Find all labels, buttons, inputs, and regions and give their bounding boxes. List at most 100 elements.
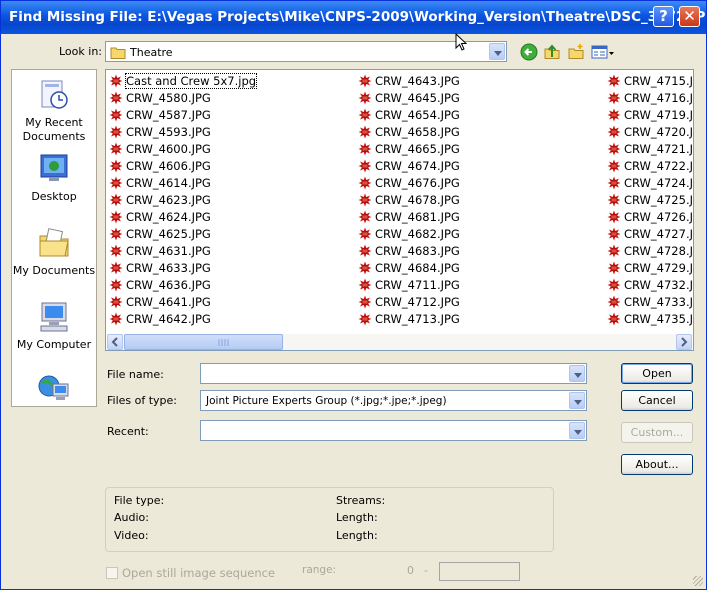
cancel-button[interactable]: Cancel <box>621 390 693 411</box>
file-name-input[interactable] <box>200 363 587 384</box>
file-item[interactable]: CRW_4724.JPG <box>607 175 693 192</box>
file-item[interactable]: CRW_4681.JPG <box>358 209 460 226</box>
range-start: 0 <box>407 564 414 577</box>
file-item[interactable]: CRW_4678.JPG <box>358 192 460 209</box>
chevron-right-icon <box>681 337 688 347</box>
file-item[interactable]: CRW_4713.JPG <box>358 311 460 328</box>
place-label: Documents <box>22 130 86 143</box>
file-item[interactable]: CRW_4665.JPG <box>358 141 460 158</box>
file-item[interactable]: CRW_4725.JPG <box>607 192 693 209</box>
horizontal-scrollbar[interactable] <box>107 334 692 350</box>
chevron-left-icon <box>111 337 118 347</box>
file-item[interactable]: CRW_4729.JPG <box>607 260 693 277</box>
chevron-down-icon[interactable] <box>569 365 585 382</box>
image-file-icon <box>607 278 621 292</box>
view-menu-icon[interactable] <box>591 43 615 61</box>
file-list[interactable]: Cast and Crew 5x7.jpg CRW_4580.JPG CRW_458… <box>105 69 694 351</box>
scroll-right-button[interactable] <box>676 334 692 350</box>
place-my-recent-documents[interactable]: My Recent Documents <box>12 78 96 143</box>
scrollbar-thumb[interactable] <box>124 334 283 350</box>
file-name: CRW_4713.JPG <box>375 312 460 326</box>
file-item[interactable]: CRW_4674.JPG <box>358 158 460 175</box>
file-item[interactable]: CRW_4711.JPG <box>358 277 460 294</box>
scroll-left-button[interactable] <box>107 334 123 350</box>
network-places-icon <box>38 375 69 400</box>
place-network[interactable] <box>12 372 96 409</box>
file-item[interactable]: CRW_4623.JPG <box>109 192 256 209</box>
file-item[interactable]: CRW_4682.JPG <box>358 226 460 243</box>
image-file-icon <box>109 108 123 122</box>
file-item[interactable]: CRW_4722.JPG <box>607 158 693 175</box>
chevron-down-icon[interactable] <box>569 392 585 409</box>
file-item[interactable]: CRW_4580.JPG <box>109 90 256 107</box>
file-item[interactable]: CRW_4719.JPG <box>607 107 693 124</box>
open-button[interactable]: Open <box>621 363 693 384</box>
file-name: CRW_4587.JPG <box>126 108 211 122</box>
file-item[interactable]: CRW_4732.JPG <box>607 277 693 294</box>
file-item[interactable]: CRW_4727.JPG <box>607 226 693 243</box>
file-item[interactable]: Cast and Crew 5x7.jpg <box>109 73 258 90</box>
file-name: CRW_4722.JPG <box>624 159 693 173</box>
file-column: CRW_4715.JPG CRW_4716.JPG CRW_4719.JPG CRW_… <box>607 73 693 328</box>
open-sequence-checkbox <box>106 567 118 579</box>
file-item[interactable]: CRW_4658.JPG <box>358 124 460 141</box>
new-folder-icon[interactable] <box>567 43 585 61</box>
file-item[interactable]: CRW_4593.JPG <box>109 124 256 141</box>
file-item[interactable]: CRW_4642.JPG <box>109 311 256 328</box>
mouse-cursor-icon <box>455 33 467 51</box>
file-item[interactable]: CRW_4625.JPG <box>109 226 256 243</box>
place-my-documents[interactable]: My Documents <box>12 226 96 277</box>
image-file-icon <box>109 74 123 88</box>
image-file-icon <box>358 278 372 292</box>
image-file-icon <box>358 312 372 326</box>
chevron-down-icon[interactable] <box>489 43 505 60</box>
back-icon[interactable] <box>520 43 538 61</box>
file-item[interactable]: CRW_4624.JPG <box>109 209 256 226</box>
file-item[interactable]: CRW_4641.JPG <box>109 294 256 311</box>
file-item[interactable]: CRW_4715.JPG <box>607 73 693 90</box>
file-item[interactable]: CRW_4633.JPG <box>109 260 256 277</box>
chevron-down-icon[interactable] <box>569 422 585 439</box>
file-item[interactable]: CRW_4716.JPG <box>607 90 693 107</box>
image-file-icon <box>358 159 372 173</box>
look-in-dropdown[interactable]: Theatre <box>105 41 507 62</box>
file-item[interactable]: CRW_4614.JPG <box>109 175 256 192</box>
file-item[interactable]: CRW_4735.JPG <box>607 311 693 328</box>
image-file-icon <box>109 142 123 156</box>
file-name: CRW_4725.JPG <box>624 193 693 207</box>
place-desktop[interactable]: Desktop <box>12 152 96 203</box>
file-name: CRW_4720.JPG <box>624 125 693 139</box>
file-item[interactable]: CRW_4587.JPG <box>109 107 256 124</box>
file-item[interactable]: CRW_4726.JPG <box>607 209 693 226</box>
file-item[interactable]: CRW_4733.JPG <box>607 294 693 311</box>
file-item[interactable]: CRW_4645.JPG <box>358 90 460 107</box>
files-of-type-dropdown[interactable]: Joint Picture Experts Group (*.jpg;*.jpe… <box>200 390 587 411</box>
file-item[interactable]: CRW_4728.JPG <box>607 243 693 260</box>
file-name: CRW_4729.JPG <box>624 261 693 275</box>
file-name: CRW_4654.JPG <box>375 108 460 122</box>
file-name: Cast and Crew 5x7.jpg <box>124 73 258 89</box>
recent-dropdown[interactable] <box>200 420 587 441</box>
file-item[interactable]: CRW_4683.JPG <box>358 243 460 260</box>
file-item[interactable]: CRW_4600.JPG <box>109 141 256 158</box>
file-name-label: File name: <box>107 368 164 381</box>
file-name: CRW_4719.JPG <box>624 108 693 122</box>
file-item[interactable]: CRW_4606.JPG <box>109 158 256 175</box>
file-item[interactable]: CRW_4712.JPG <box>358 294 460 311</box>
file-item[interactable]: CRW_4684.JPG <box>358 260 460 277</box>
file-item[interactable]: CRW_4654.JPG <box>358 107 460 124</box>
about-button[interactable]: About... <box>621 454 693 475</box>
help-button[interactable]: ? <box>653 6 674 27</box>
range-label: range: <box>302 564 337 576</box>
close-button[interactable]: ✕ <box>679 6 700 27</box>
file-item[interactable]: CRW_4631.JPG <box>109 243 256 260</box>
file-item[interactable]: CRW_4721.JPG <box>607 141 693 158</box>
place-my-computer[interactable]: My Computer <box>12 300 96 351</box>
file-item[interactable]: CRW_4720.JPG <box>607 124 693 141</box>
file-item[interactable]: CRW_4676.JPG <box>358 175 460 192</box>
file-item[interactable]: CRW_4643.JPG <box>358 73 460 90</box>
up-folder-icon[interactable] <box>543 43 561 61</box>
image-file-icon <box>607 193 621 207</box>
resize-grip[interactable] <box>693 576 703 586</box>
file-item[interactable]: CRW_4636.JPG <box>109 277 256 294</box>
